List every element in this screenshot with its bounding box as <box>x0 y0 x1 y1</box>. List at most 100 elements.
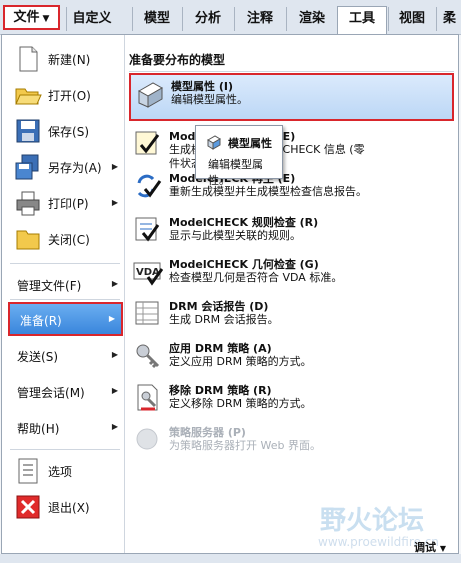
options-list-icon <box>18 458 38 484</box>
menu-close-label: 关闭(C) <box>48 233 90 247</box>
submenu-arrow-icon: ▶ <box>111 162 118 171</box>
model-properties-title: 模型属性 (I) <box>171 80 233 93</box>
menu-new-label: 新建(N) <box>48 53 91 67</box>
remove-drm-policy-desc: 定义移除 DRM 策略的方式。 <box>169 397 312 410</box>
folder-open-icon <box>15 88 42 105</box>
menu-divider <box>10 263 120 264</box>
remove-drm-policy-item[interactable]: 移除 DRM 策略 (R) 定义移除 DRM 策略的方式。 <box>129 379 454 419</box>
modelcheck-regenerate-item[interactable]: ModelCHECK 再生 (E) 重新生成模型并生成模型检查信息报告。 <box>129 167 454 209</box>
menu-open-label: 打开(O) <box>48 89 91 103</box>
checklist-icon <box>135 131 160 155</box>
chevron-down-icon: ▼ <box>439 544 446 553</box>
tab-view[interactable]: 视图 <box>388 7 435 31</box>
menu-help[interactable]: 帮助(H) ▶ <box>2 412 124 442</box>
tab-annotate[interactable]: 注释 <box>234 7 285 31</box>
chevron-down-icon: ▼ <box>42 14 50 24</box>
report-table-icon <box>135 301 159 325</box>
file-tab[interactable]: 文件 ▼ <box>3 5 60 30</box>
ribbon: 文件 ▼ 自定义 模型 分析 注释 渲染 工具 视图 柔 <box>0 0 461 35</box>
menu-new[interactable]: 新建(N) <box>2 41 124 77</box>
submenu-arrow-icon: ▶ <box>111 386 118 395</box>
debug-label: 调试 <box>414 541 436 554</box>
save-as-icon <box>15 154 39 180</box>
drm-session-report-desc: 生成 DRM 会话报告。 <box>169 313 279 326</box>
menu-save-label: 保存(S) <box>48 125 89 139</box>
submenu-heading: 准备要分布的模型 <box>129 53 226 67</box>
exit-icon <box>16 495 40 519</box>
apply-drm-policy-item[interactable]: 应用 DRM 策略 (A) 定义应用 DRM 策略的方式。 <box>129 337 454 377</box>
menu-save-as-label: 另存为(A) <box>48 161 102 175</box>
modelcheck-geometry-item[interactable]: VDA ModelCHECK 几何检查 (G) 检查模型几何是否符合 VDA 标… <box>129 253 454 293</box>
submenu-arrow-icon: ▶ <box>111 198 118 207</box>
modelcheck-rules-title: ModelCHECK 规则检查 (R) <box>169 216 319 229</box>
modelcheck-geometry-title: ModelCHECK 几何检查 (G) <box>169 258 319 271</box>
submenu-divider <box>129 71 454 72</box>
submenu-arrow-icon: ▶ <box>111 350 118 359</box>
file-menu-left: 新建(N) 打开(O) 保存(S) 另存为(A) ▶ 打印(P) ▶ 关闭(C)… <box>2 35 125 553</box>
menu-exit-label: 退出(X) <box>48 501 90 515</box>
policy-server-icon <box>136 428 158 450</box>
modelcheck-rules-item[interactable]: ModelCHECK 规则检查 (R) 显示与此模型关联的规则。 <box>129 211 454 251</box>
tooltip-title: 模型属性 <box>228 137 272 150</box>
rules-check-icon <box>135 217 160 242</box>
tooltip-desc: 编辑模型属性。 <box>208 158 263 187</box>
menu-exit[interactable]: 退出(X) <box>2 489 124 525</box>
menu-manage-session-label: 管理会话(M) <box>17 386 85 400</box>
menu-divider <box>10 449 120 450</box>
floppy-save-icon <box>16 119 40 143</box>
file-menu: 新建(N) 打开(O) 保存(S) 另存为(A) ▶ 打印(P) ▶ 关闭(C)… <box>1 34 459 554</box>
debug-dropdown[interactable]: 调试 ▼ <box>414 539 446 555</box>
close-folder-icon <box>16 230 40 250</box>
menu-send-label: 发送(S) <box>17 350 58 364</box>
menu-open[interactable]: 打开(O) <box>2 77 124 113</box>
model-properties-icon <box>137 82 164 108</box>
apply-drm-policy-desc: 定义应用 DRM 策略的方式。 <box>169 355 312 368</box>
submenu-arrow-icon: ▶ <box>111 279 118 288</box>
tab-model[interactable]: 模型 <box>132 7 181 31</box>
watermark-logo: 野火论坛 <box>320 506 425 536</box>
remove-drm-policy-title: 移除 DRM 策略 (R) <box>169 384 272 397</box>
regenerate-check-icon <box>137 174 162 198</box>
policy-server-item: 策略服务器 (P) 为策略服务器打开 Web 界面。 <box>129 421 454 461</box>
menu-help-label: 帮助(H) <box>17 422 60 436</box>
remove-policy-icon <box>137 384 158 411</box>
menu-options[interactable]: 选项 <box>2 453 124 489</box>
policy-server-desc: 为策略服务器打开 Web 界面。 <box>169 439 321 452</box>
model-properties-icon <box>207 135 221 150</box>
new-file-icon <box>19 46 38 72</box>
drm-session-report-title: DRM 会话报告 (D) <box>169 300 269 313</box>
status-bar <box>0 554 461 563</box>
model-properties-item[interactable]: 模型属性 (I) 编辑模型属性。 <box>129 73 454 121</box>
key-icon <box>136 344 160 369</box>
prepare-submenu: 准备要分布的模型 模型属性 (I) 编辑模型属性。 ModelCHECK 再生 … <box>125 35 458 553</box>
menu-save[interactable]: 保存(S) <box>2 113 124 149</box>
modelcheck-regen-item[interactable]: ModelCHECK 再生 (E) 生成模型关联的 ModelCHECK 信息 … <box>129 125 454 170</box>
menu-print-label: 打印(P) <box>48 197 89 211</box>
submenu-arrow-icon: ▶ <box>111 422 118 431</box>
tab-analysis[interactable]: 分析 <box>182 7 233 31</box>
menu-print[interactable]: 打印(P) ▶ <box>2 185 124 221</box>
submenu-arrow-icon: ▶ <box>108 314 115 323</box>
printer-icon <box>16 191 40 216</box>
policy-server-title: 策略服务器 (P) <box>169 426 246 439</box>
apply-drm-policy-title: 应用 DRM 策略 (A) <box>169 342 272 355</box>
modelcheck-rules-desc: 显示与此模型关联的规则。 <box>169 229 301 242</box>
menu-prepare-label: 准备(R) <box>20 314 62 328</box>
menu-send[interactable]: 发送(S) ▶ <box>2 340 124 370</box>
menu-manage-file-label: 管理文件(F) <box>17 279 82 293</box>
modelcheck-geometry-desc: 检查模型几何是否符合 VDA 标准。 <box>169 271 343 284</box>
model-properties-tooltip: 模型属性 编辑模型属性。 <box>195 125 283 187</box>
tab-render[interactable]: 渲染 <box>286 7 337 31</box>
menu-close[interactable]: 关闭(C) <box>2 221 124 257</box>
menu-manage-file[interactable]: 管理文件(F) ▶ <box>2 269 124 299</box>
tab-customize[interactable]: 自定义 <box>66 7 117 31</box>
tab-flexible[interactable]: 柔 <box>436 7 461 31</box>
vda-check-icon: VDA <box>133 262 163 286</box>
drm-session-report-item[interactable]: DRM 会话报告 (D) 生成 DRM 会话报告。 <box>129 295 454 335</box>
menu-save-as[interactable]: 另存为(A) ▶ <box>2 149 124 185</box>
model-properties-desc: 编辑模型属性。 <box>171 93 248 106</box>
menu-prepare[interactable]: 准备(R) ▶ <box>8 302 123 336</box>
file-tab-label: 文件 <box>13 10 40 25</box>
tab-tools[interactable]: 工具 <box>337 6 387 35</box>
menu-manage-session[interactable]: 管理会话(M) ▶ <box>2 376 124 406</box>
